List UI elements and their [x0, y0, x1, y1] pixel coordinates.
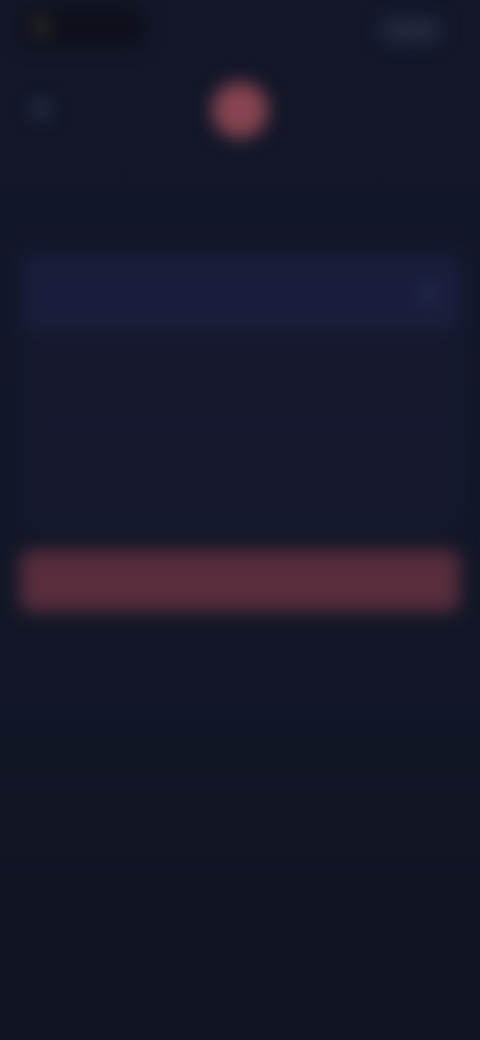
blurred-content: [0, 0, 480, 1040]
brand-icon: [32, 18, 50, 36]
avatar[interactable]: [212, 82, 268, 138]
chevron-down-icon: [422, 286, 436, 301]
form-row[interactable]: [20, 454, 462, 526]
primary-button[interactable]: [20, 550, 460, 612]
brand-logo[interactable]: [20, 8, 144, 46]
top-bar: [0, 0, 480, 62]
back-button[interactable]: [26, 94, 56, 124]
form-row[interactable]: [20, 356, 462, 428]
app-screen: [0, 0, 480, 1040]
form-card: [20, 248, 462, 528]
form-row[interactable]: [20, 258, 462, 330]
back-arrow-icon: [33, 101, 49, 117]
top-action-button[interactable]: [380, 18, 442, 42]
